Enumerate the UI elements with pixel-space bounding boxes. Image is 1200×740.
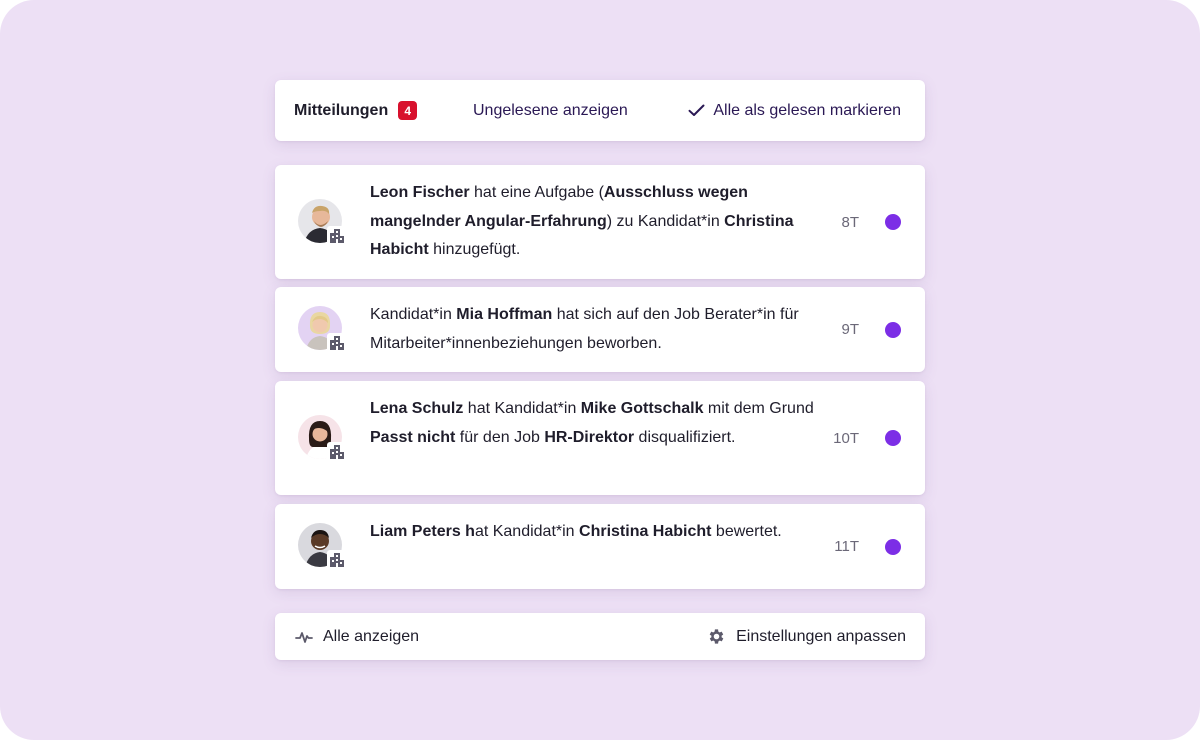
message-highlight: Mia Hoffman	[456, 306, 553, 323]
unread-indicator[interactable]	[885, 538, 901, 555]
notification-message: Lena Schulz hat Kandidat*in Mike Gottsch…	[370, 395, 825, 452]
message-text: bewertet.	[711, 523, 782, 540]
company-building-icon	[327, 442, 347, 462]
message-highlight: Christina Habicht	[579, 523, 712, 540]
message-highlight: Mike Gottschalk	[580, 400, 704, 417]
notification-item[interactable]: Kandidat*in Mia Hoffman hat sich auf den…	[275, 287, 925, 372]
message-text: hat eine Aufgabe (	[469, 184, 604, 201]
message-text: mit dem Grund	[703, 400, 814, 417]
mark-all-read-button[interactable]: Alle als gelesen markieren	[688, 102, 901, 120]
notification-time: 9T	[841, 321, 859, 338]
unread-count-badge: 4	[398, 101, 418, 120]
notifications-header: Mitteilungen 4 Ungelesene anzeigen Alle …	[275, 80, 925, 141]
message-text: hat Kandidat*in	[463, 400, 581, 417]
unread-indicator[interactable]	[885, 321, 901, 338]
notification-time: 11T	[834, 538, 859, 555]
gear-icon	[709, 629, 724, 644]
avatar	[298, 306, 347, 354]
message-highlight: Passt nicht	[370, 428, 456, 446]
notification-message: Kandidat*in Mia Hoffman hat sich auf den…	[370, 301, 825, 358]
show-all-label: Alle anzeigen	[323, 627, 420, 645]
mark-all-read-label: Alle als gelesen markieren	[713, 101, 901, 119]
unread-indicator[interactable]	[885, 214, 901, 230]
checkmark-icon	[688, 104, 705, 116]
notification-time: 10T	[833, 429, 859, 447]
message-text: ) zu Kandidat*in	[606, 212, 725, 230]
activity-pulse-icon	[295, 631, 313, 643]
company-building-icon	[327, 550, 347, 570]
show-all-button[interactable]: Alle anzeigen	[295, 628, 419, 646]
message-text: für den Job	[455, 428, 545, 446]
unread-indicator[interactable]	[885, 430, 901, 446]
settings-button[interactable]: Einstellungen anpassen	[707, 627, 906, 646]
message-text: Kandidat*in	[370, 306, 457, 323]
notification-message: Liam Peters hat Kandidat*in Christina Ha…	[370, 518, 825, 547]
message-text: hinzugefügt.	[428, 241, 521, 258]
page-background: Mitteilungen 4 Ungelesene anzeigen Alle …	[0, 0, 1200, 740]
avatar	[298, 523, 347, 571]
message-highlight: HR-Direktor	[544, 428, 635, 446]
message-text: disqualifiziert.	[634, 428, 736, 446]
notifications-footer: Alle anzeigen Einstellungen anpassen	[275, 613, 925, 660]
notification-time: 8T	[841, 213, 859, 231]
notification-item[interactable]: Lena Schulz hat Kandidat*in Mike Gottsch…	[275, 381, 925, 495]
notification-item[interactable]: Leon Fischer hat eine Aufgabe (Ausschlus…	[275, 165, 925, 279]
settings-label: Einstellungen anpassen	[736, 627, 906, 645]
message-highlight: Leon Fischer	[370, 184, 470, 201]
company-building-icon	[327, 333, 347, 353]
company-building-icon	[327, 226, 347, 246]
message-highlight: Liam Peters h	[370, 523, 475, 540]
avatar	[298, 199, 347, 247]
message-text: at Kandidat*in	[474, 523, 580, 540]
header-title: Mitteilungen	[294, 101, 389, 119]
notification-item[interactable]: Liam Peters hat Kandidat*in Christina Ha…	[275, 504, 925, 589]
notification-message: Leon Fischer hat eine Aufgabe (Ausschlus…	[370, 179, 825, 265]
show-unread-button[interactable]: Ungelesene anzeigen	[473, 102, 628, 120]
avatar	[298, 415, 347, 463]
message-highlight: Lena Schulz	[370, 400, 464, 417]
